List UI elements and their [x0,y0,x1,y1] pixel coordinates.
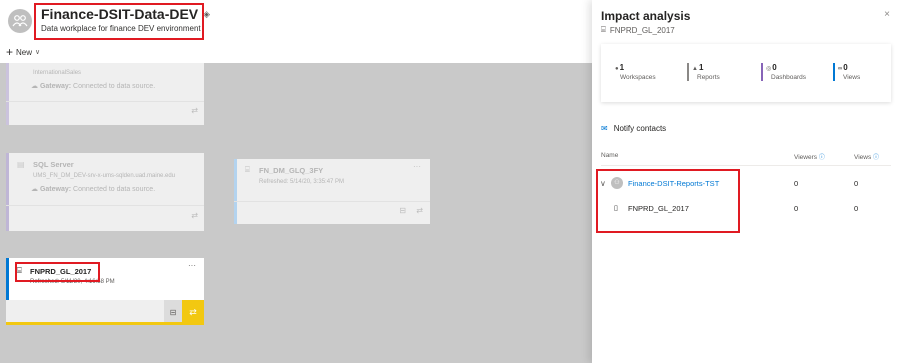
refresh-icon: ⇄ [189,307,197,317]
stat-count: ▲1 [692,63,704,72]
lineage-card-sql-server[interactable]: ▤ SQL Server UMS_FN_DM_DEV-srv-x-ums-sql… [6,153,204,231]
dataset-icon: ⌸ [245,165,250,174]
lineage-card-fn-dm-glq-3fy[interactable]: ⌸ FN_DM_GLQ_3FY Refreshed: 5/14/20, 3:35… [234,159,430,224]
stat-bar [761,63,763,81]
column-header-viewers: Viewers ⓘ [794,152,825,161]
mail-icon: ✉ [601,124,608,133]
workspace-header: Finance-DSIT-Data-DEV ◈ Data workplace fo… [0,0,592,44]
gateway-status: Connected to data source. [73,186,156,193]
card-refreshed: Refreshed: 5/11/20, 4:16:58 PM [30,279,115,285]
stat-label: Views [843,74,861,81]
report-page-icon: ▯ [614,205,618,212]
workspace-title: Finance-DSIT-Data-DEV ◈ [41,6,210,22]
dataset-icon: ⌸ [601,25,606,34]
panel-title: Impact analysis [601,9,691,23]
stat-bar [687,63,689,81]
gateway-label: Gateway: [39,83,72,90]
row-name-link[interactable]: Finance-DSIT-Reports-TST [628,179,719,188]
card-stripe [6,63,9,125]
impact-analysis-panel: Impact analysis ⌸ FNPRD_GL_2017 × ●1 Wor… [592,0,900,363]
card-stripe [234,159,237,224]
notify-contacts-button[interactable]: ✉ Notify contacts [601,124,666,133]
dashboard-icon: ◎ [766,66,772,72]
column-header-views-label: Views [854,154,872,161]
card-refreshed: Refreshed: 5/14/20, 3:35:47 PM [259,179,345,185]
panel-subtitle: ⌸ FNPRD_GL_2017 [601,25,675,35]
report-icon[interactable]: ⊟ [399,206,406,215]
new-button-label: New [16,47,33,57]
column-header-views: Views ⓘ [854,152,879,161]
header-divider [601,165,891,166]
card-gateway: ☁ Gateway: Connected to data source. [31,82,155,90]
plus-icon: + [6,45,14,59]
card-title: FNPRD_GL_2017 [30,267,92,276]
row-name: FNPRD_GL_2017 [628,204,689,213]
stat-workspaces: ●1 Workspaces [615,63,656,81]
gateway-label: Gateway: [39,186,72,193]
people-icon [8,9,32,33]
stat-bar [833,63,835,81]
info-icon[interactable]: ⓘ [873,155,879,161]
report-icon: ⊟ [169,308,177,317]
lineage-card-fnprd-gl-2017[interactable]: ⌸ FNPRD_GL_2017 Refreshed: 5/11/20, 4:16… [6,258,204,325]
close-icon[interactable]: × [884,9,890,20]
premium-diamond-icon: ◈ [203,9,211,19]
chevron-down-icon: ∨ [35,49,41,56]
panel-subtitle-text: FNPRD_GL_2017 [609,25,675,35]
stat-label: Dashboards [771,74,807,81]
workspace-toolbar: + New ∨ [0,44,592,62]
selected-underline [6,322,204,325]
row-views: 0 [854,204,859,213]
card-stripe [6,153,9,231]
stat-views: ∞0 Views [833,63,860,81]
stat-reports: ▲1 Reports [687,63,720,81]
row-views: 0 [854,179,859,188]
report-icon: ▲ [692,66,698,72]
stat-count: ◎0 [766,63,777,72]
gateway-status: Connected to data source. [73,83,156,90]
card-title: InternationalSales [33,70,82,76]
workspace-avatar-icon: ⚇ [611,177,623,189]
lineage-card-internationalsales[interactable]: InternationalSales ☁ Gateway: Connected … [6,63,204,125]
row-viewers: 0 [794,204,799,213]
card-divider [6,205,204,206]
impact-summary-card: ●1 Workspaces ▲1 Reports ◎0 Dashboards ∞… [601,44,891,102]
stat-count: ●1 [615,63,625,72]
stat-label: Workspaces [620,74,656,81]
database-icon: ▤ [17,160,25,169]
more-options-icon[interactable]: ··· [413,162,421,171]
card-divider [6,101,204,102]
card-type-label: SQL Server [33,160,74,169]
column-header-name: Name [601,152,619,159]
stat-label: Reports [697,74,720,81]
refresh-icon[interactable]: ⇄ [416,206,423,215]
lineage-canvas[interactable]: InternationalSales ☁ Gateway: Connected … [0,63,592,363]
cloud-icon: ☁ [31,83,38,90]
cloud-icon: ☁ [31,186,38,193]
workspace-description: Data workplace for finance DEV environme… [41,24,201,33]
card-title: FN_DM_GLQ_3FY [259,166,324,175]
more-options-icon[interactable]: ··· [188,261,196,270]
card-subtitle: UMS_FN_DM_DEV-srv-x-ums-sqlden.uad.maine… [33,173,176,179]
refresh-icon[interactable]: ⇄ [191,106,198,115]
eye-icon: ∞ [838,66,843,72]
stat-count: ∞0 [838,63,848,72]
chevron-down-icon[interactable]: ∨ [600,179,606,188]
workspace-name: Finance-DSIT-Data-DEV [41,6,199,22]
dataset-icon: ⌸ [17,266,22,275]
card-gateway: ☁ Gateway: Connected to data source. [31,185,155,193]
column-header-viewers-label: Viewers [794,154,818,161]
notify-contacts-label: Notify contacts [613,124,667,133]
stat-dashboards: ◎0 Dashboards [761,63,806,81]
refresh-icon[interactable]: ⇄ [191,211,198,220]
new-button[interactable]: + New ∨ [6,46,40,58]
info-icon[interactable]: ⓘ [819,155,825,161]
workspace-icon: ● [615,66,619,72]
card-divider [234,201,430,202]
row-viewers: 0 [794,179,799,188]
